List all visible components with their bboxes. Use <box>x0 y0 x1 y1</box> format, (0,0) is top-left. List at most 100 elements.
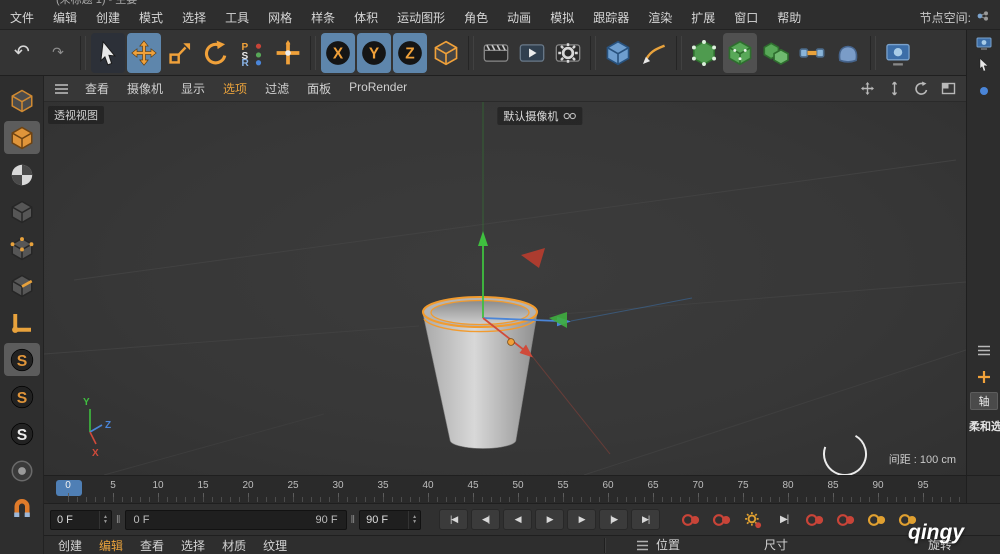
connect-objects-menu[interactable] <box>795 33 829 73</box>
current-frame-spinner[interactable]: 0 F ▲▼ <box>50 510 112 530</box>
bottom-menu-item-0[interactable]: 创建 <box>58 537 82 554</box>
add-primitive-menu[interactable] <box>601 33 635 73</box>
record-scale-button[interactable] <box>833 509 859 531</box>
viewport-solo-hierarchy-button[interactable]: S <box>4 417 40 450</box>
enable-axis-button[interactable]: S <box>4 343 40 376</box>
scale-tool[interactable] <box>163 33 197 73</box>
perspective-viewport[interactable]: Y Z X 透视视图 默认摄像机 间距 : 100 cm <box>44 102 966 475</box>
points-mode-button[interactable] <box>4 232 40 265</box>
viewport-menu-item-6[interactable]: ProRender <box>349 80 407 97</box>
camera-label[interactable]: 默认摄像机 <box>497 107 582 125</box>
menu-item-0[interactable]: 文件 <box>10 9 34 26</box>
menu-item-2[interactable]: 创建 <box>96 9 120 26</box>
menu-item-8[interactable]: 体积 <box>354 9 378 26</box>
spinner-arrows-icon[interactable]: ▲▼ <box>99 511 111 529</box>
edges-mode-button[interactable] <box>4 269 40 302</box>
polygons-mode-button[interactable] <box>4 306 40 339</box>
coordinates-tool[interactable] <box>271 33 305 73</box>
record-rotation-button[interactable] <box>864 509 890 531</box>
bottom-menu-item-1[interactable]: 编辑 <box>99 537 123 554</box>
spinner-arrows-icon[interactable]: ▲▼ <box>408 511 420 529</box>
range-handle-left[interactable]: ‖ <box>116 514 121 526</box>
axis-button[interactable]: 轴 <box>970 392 998 410</box>
viewport-menu-item-5[interactable]: 面板 <box>307 80 331 97</box>
menu-item-10[interactable]: 角色 <box>464 9 488 26</box>
range-handle-right[interactable]: ‖ <box>351 514 356 526</box>
render-settings-button[interactable] <box>551 33 585 73</box>
workplane-mode-button[interactable] <box>4 195 40 228</box>
menu-item-11[interactable]: 动画 <box>507 9 531 26</box>
menu-item-14[interactable]: 渲染 <box>648 9 672 26</box>
menu-item-1[interactable]: 编辑 <box>53 9 77 26</box>
render-picture-viewer-button[interactable] <box>515 33 549 73</box>
pointer-mini-icon[interactable] <box>967 58 1000 72</box>
snap-toggle-button[interactable] <box>4 454 40 487</box>
menu-item-12[interactable]: 模拟 <box>550 9 574 26</box>
lock-y-button[interactable]: Y <box>357 33 391 73</box>
pan-view-icon[interactable] <box>860 81 875 96</box>
menu-item-3[interactable]: 模式 <box>139 9 163 26</box>
viewport-menu-item-2[interactable]: 显示 <box>181 80 205 97</box>
live-selection-tool[interactable] <box>91 33 125 73</box>
menu-item-15[interactable]: 扩展 <box>691 9 715 26</box>
viewport-menu-item-3[interactable]: 选项 <box>223 80 247 97</box>
coordinates-panel-menu-icon[interactable] <box>967 345 1000 356</box>
play-button[interactable]: ▶ <box>535 509 564 530</box>
viewport-menu-icon[interactable] <box>54 83 69 95</box>
bottom-menu-item-2[interactable]: 查看 <box>140 537 164 554</box>
display-settings-button[interactable] <box>881 33 915 73</box>
redo-button[interactable]: ↷ <box>41 33 75 73</box>
model-mode-button[interactable] <box>4 121 40 154</box>
bottom-menu-item-4[interactable]: 材质 <box>222 537 246 554</box>
undo-button[interactable]: ↶ <box>5 33 39 73</box>
lock-z-button[interactable]: Z <box>393 33 427 73</box>
record-position-button[interactable] <box>802 509 828 531</box>
end-frame-spinner[interactable]: 90 F ▲▼ <box>359 510 421 530</box>
keyframe-selection-button[interactable] <box>740 509 766 531</box>
timeline-ruler[interactable]: 05101520253035404550556065707580859095 <box>44 475 966 503</box>
menu-item-6[interactable]: 网格 <box>268 9 292 26</box>
make-editable-button[interactable] <box>4 84 40 117</box>
psr-tool[interactable]: PSR <box>235 33 269 73</box>
menu-item-9[interactable]: 运动图形 <box>397 9 445 26</box>
rotate-tool[interactable] <box>199 33 233 73</box>
prev-frame-button[interactable]: ◀ <box>503 509 532 530</box>
move-tool[interactable] <box>127 33 161 73</box>
simulate-menu[interactable] <box>831 33 865 73</box>
bottom-menu-item-5[interactable]: 纹理 <box>263 537 287 554</box>
zoom-view-icon[interactable] <box>887 81 902 96</box>
viewport-menu-item-0[interactable]: 查看 <box>85 80 109 97</box>
coordinate-system-toggle[interactable] <box>429 33 463 73</box>
menu-item-16[interactable]: 窗口 <box>734 9 758 26</box>
layout-dot-icon[interactable] <box>967 86 1000 96</box>
add-plus-icon[interactable] <box>967 370 1000 384</box>
pla-button[interactable]: ▶| <box>771 509 797 531</box>
goto-end-button[interactable]: ▶| <box>631 509 660 530</box>
next-frame-button[interactable]: ▶ <box>567 509 596 530</box>
autokeying-button[interactable] <box>709 509 735 531</box>
goto-start-button[interactable]: |◀ <box>439 509 468 530</box>
node-space-selector[interactable]: 节点空间: <box>920 9 990 26</box>
bottom-menu-item-3[interactable]: 选择 <box>181 537 205 554</box>
viewport-solo-single-button[interactable]: S <box>4 380 40 413</box>
render-view-button[interactable] <box>479 33 513 73</box>
menu-item-4[interactable]: 选择 <box>182 9 206 26</box>
volume-builder-menu[interactable] <box>687 33 721 73</box>
toggle-view-icon[interactable] <box>941 81 956 96</box>
instance-menu[interactable] <box>759 33 793 73</box>
volume-mesher-menu[interactable] <box>723 33 757 73</box>
menu-item-13[interactable]: 跟踪器 <box>593 9 629 26</box>
texture-mode-button[interactable] <box>4 158 40 191</box>
preview-range-bar[interactable]: 0 F 90 F <box>125 510 347 530</box>
pen-spline-menu[interactable] <box>637 33 671 73</box>
coord-manager-menu-icon[interactable] <box>636 540 649 551</box>
goto-prev-key-button[interactable]: ◀| <box>471 509 500 530</box>
menu-item-5[interactable]: 工具 <box>225 9 249 26</box>
viewport-menu-item-4[interactable]: 过滤 <box>265 80 289 97</box>
menu-item-17[interactable]: 帮助 <box>777 9 801 26</box>
record-active-objects-button[interactable] <box>678 509 704 531</box>
display-mini-icon[interactable] <box>967 37 1000 50</box>
lock-x-button[interactable]: X <box>321 33 355 73</box>
menu-item-7[interactable]: 样条 <box>311 9 335 26</box>
quantize-button[interactable] <box>4 491 40 524</box>
